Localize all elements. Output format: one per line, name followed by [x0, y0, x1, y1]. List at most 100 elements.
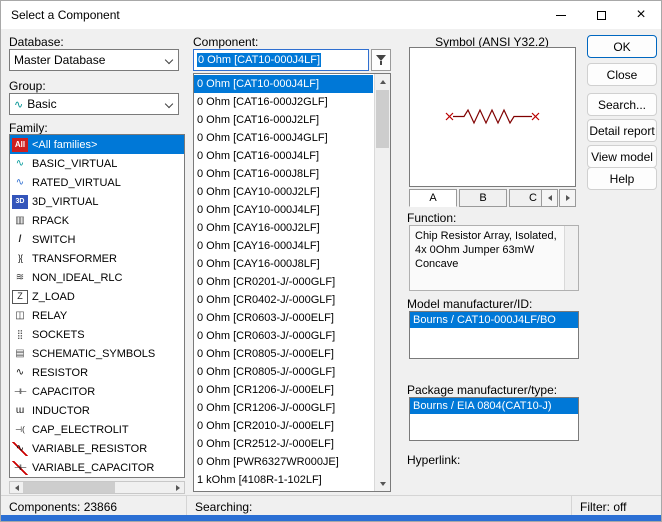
component-filter-button[interactable] [371, 49, 391, 71]
component-item-label: 0 Ohm [CAT16-000J2LF] [197, 114, 320, 126]
package-manufacturer-list[interactable]: Bourns / EIA 0804(CAT10-J) [409, 397, 579, 441]
family-horizontal-scrollbar[interactable] [9, 481, 185, 494]
component-list-item[interactable]: 0 Ohm [CR0603-J/-000GLF] [194, 327, 373, 345]
group-dropdown[interactable]: ∿ Basic [9, 93, 179, 115]
component-list-item[interactable]: 0 Ohm [CAT16-000J8LF] [194, 165, 373, 183]
symbol-section-tab[interactable]: A [409, 189, 457, 207]
model-manufacturer-item[interactable]: Bourns / CAT10-000J4LF/BO [410, 312, 578, 328]
component-list-items: 0 Ohm [CAT10-000J4LF] 0 Ohm [CAT16-000J2… [194, 75, 373, 489]
family-list[interactable]: <All families> BASIC_VIRTUAL RATED_VIRTU… [9, 134, 185, 478]
component-vertical-scrollbar[interactable] [374, 74, 390, 491]
family-item-label: VARIABLE_CAPACITOR [32, 461, 155, 474]
component-list-item[interactable]: 0 Ohm [CAT10-000J4LF] [194, 75, 373, 93]
function-scrollbar[interactable] [564, 226, 578, 290]
component-item-label: 0 Ohm [CAT10-000J4LF] [197, 78, 320, 90]
family-icon [12, 460, 28, 475]
component-list-item[interactable]: 0 Ohm [CR0402-J/-000GLF] [194, 291, 373, 309]
scroll-right-button[interactable] [171, 482, 184, 493]
component-list-item[interactable]: 0 Ohm [CAY10-000J4LF] [194, 201, 373, 219]
family-icon [12, 289, 28, 304]
scrollbar-thumb[interactable] [376, 90, 389, 148]
search-button[interactable]: Search... [587, 93, 657, 116]
component-list-item[interactable]: 0 Ohm [CR1206-J/-000ELF] [194, 381, 373, 399]
symbol-section-tab[interactable]: B [459, 189, 507, 207]
component-list-item[interactable]: 0 Ohm [CAT16-000J2LF] [194, 111, 373, 129]
component-filter-input[interactable]: 0 Ohm [CAT10-000J4LF] [193, 49, 369, 71]
family-icon [12, 309, 28, 323]
family-list-item[interactable]: NON_IDEAL_RLC [10, 268, 184, 287]
window-controls [541, 1, 661, 29]
function-text-box: Chip Resistor Array, Isolated, 4x 0Ohm J… [409, 225, 579, 291]
maximize-button[interactable] [581, 1, 621, 29]
scroll-left-button[interactable] [10, 482, 23, 493]
component-item-label: 0 Ohm [CAY10-000J4LF] [197, 204, 320, 216]
status-searching: Searching: [186, 496, 571, 517]
component-list-item[interactable]: 0 Ohm [CR1206-J/-000GLF] [194, 399, 373, 417]
component-list-item[interactable]: 0 Ohm [CR0805-J/-000ELF] [194, 345, 373, 363]
family-item-label: NON_IDEAL_RLC [32, 271, 123, 284]
family-list-item[interactable]: RPACK [10, 211, 184, 230]
family-label: Family: [9, 121, 48, 135]
component-list-item[interactable]: 0 Ohm [CAY10-000J2LF] [194, 183, 373, 201]
section-prev-button[interactable] [541, 189, 558, 207]
family-list-item[interactable]: TRANSFORMER [10, 249, 184, 268]
database-dropdown[interactable]: Master Database [9, 49, 179, 71]
ok-button[interactable]: OK [587, 35, 657, 58]
arrow-right-icon [565, 195, 570, 201]
family-list-item[interactable]: INDUCTOR [10, 401, 184, 420]
family-icon [12, 404, 28, 418]
arrow-right-icon [175, 484, 180, 491]
help-button[interactable]: Help [587, 167, 657, 190]
detail-report-button[interactable]: Detail report [587, 119, 657, 142]
family-list-item[interactable]: BASIC_VIRTUAL [10, 154, 184, 173]
scrollbar-thumb[interactable] [23, 482, 115, 493]
component-list-item[interactable]: 1 kOhm [4108R-1-102LF] [194, 471, 373, 489]
group-value: Basic [27, 97, 57, 111]
component-list-item[interactable]: 0 Ohm [CR0603-J/-000ELF] [194, 309, 373, 327]
family-icon [12, 157, 28, 171]
arrow-left-icon [547, 195, 552, 201]
family-list-item[interactable]: CAPACITOR [10, 382, 184, 401]
component-list-item[interactable]: 0 Ohm [CAT16-000J2GLF] [194, 93, 373, 111]
component-list[interactable]: 0 Ohm [CAT10-000J4LF] 0 Ohm [CAT16-000J2… [193, 73, 391, 492]
component-list-item[interactable]: 0 Ohm [CAT16-000J4LF] [194, 147, 373, 165]
component-list-item[interactable]: 0 Ohm [CR0201-J/-000GLF] [194, 273, 373, 291]
component-list-item[interactable]: 0 Ohm [CAY16-000J8LF] [194, 255, 373, 273]
family-icon [12, 423, 28, 437]
family-list-item[interactable]: <All families> [10, 135, 184, 154]
component-item-label: 0 Ohm [CR2010-J/-000ELF] [197, 420, 334, 432]
status-filter: Filter: off [571, 496, 661, 517]
family-list-item[interactable]: 3D_VIRTUAL [10, 192, 184, 211]
component-list-item[interactable]: 0 Ohm [PWR6327WR000JE] [194, 453, 373, 471]
component-list-item[interactable]: 0 Ohm [CR2512-J/-000ELF] [194, 435, 373, 453]
section-next-button[interactable] [559, 189, 576, 207]
family-list-item[interactable]: RESISTOR [10, 363, 184, 382]
component-list-item[interactable]: 0 Ohm [CAT16-000J4GLF] [194, 129, 373, 147]
component-list-item[interactable]: 0 Ohm [CR0805-J/-000GLF] [194, 363, 373, 381]
family-list-item[interactable]: CAP_ELECTROLIT [10, 420, 184, 439]
family-list-item[interactable]: VARIABLE_RESISTOR [10, 439, 184, 458]
arrow-left-icon [14, 484, 19, 491]
family-item-label: RELAY [32, 309, 68, 322]
close-dialog-button[interactable]: Close [587, 63, 657, 86]
minimize-button[interactable] [541, 1, 581, 29]
package-manufacturer-item[interactable]: Bourns / EIA 0804(CAT10-J) [410, 398, 578, 414]
family-list-item[interactable]: RELAY [10, 306, 184, 325]
model-manufacturer-list[interactable]: Bourns / CAT10-000J4LF/BO [409, 311, 579, 359]
component-list-item[interactable]: 0 Ohm [CR2010-J/-000ELF] [194, 417, 373, 435]
component-item-label: 0 Ohm [CAT16-000J4LF] [197, 150, 320, 162]
family-list-item[interactable]: SOCKETS [10, 325, 184, 344]
close-button[interactable] [621, 1, 661, 29]
family-list-item[interactable]: SWITCH [10, 230, 184, 249]
family-list-item[interactable]: VARIABLE_CAPACITOR [10, 458, 184, 477]
maximize-icon [596, 10, 606, 20]
scroll-down-button[interactable] [375, 476, 390, 491]
view-model-button[interactable]: View model [587, 145, 657, 168]
family-list-item[interactable]: SCHEMATIC_SYMBOLS [10, 344, 184, 363]
component-list-item[interactable]: 0 Ohm [CAY16-000J2LF] [194, 219, 373, 237]
component-list-item[interactable]: 0 Ohm [CAY16-000J4LF] [194, 237, 373, 255]
family-list-item[interactable]: RATED_VIRTUAL [10, 173, 184, 192]
family-list-item[interactable]: Z_LOAD [10, 287, 184, 306]
scroll-up-button[interactable] [375, 74, 390, 89]
family-icon [12, 233, 28, 247]
